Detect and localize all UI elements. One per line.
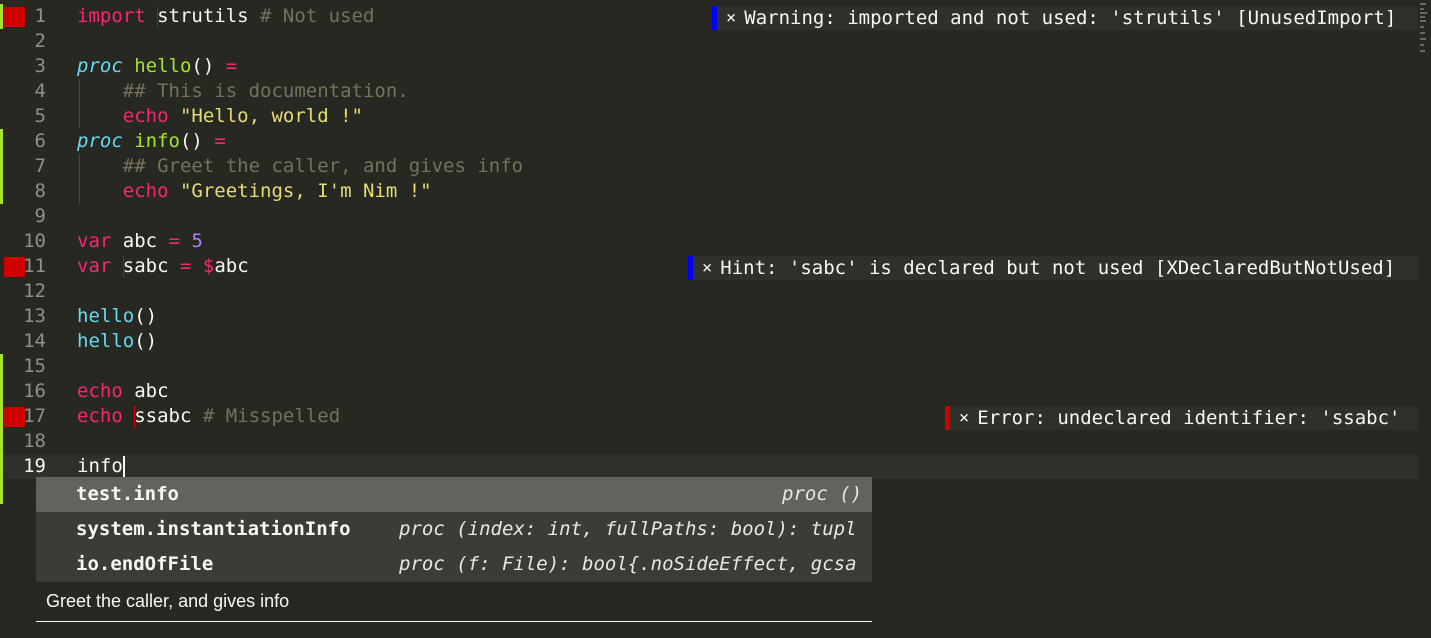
hint-text: Hint: 'sabc' is declared but not used [X…: [720, 257, 1396, 279]
error-annotation: × Error: undeclared identifier: 'ssabc': [945, 406, 1418, 430]
line-number: 5: [34, 105, 46, 127]
line-number: 8: [34, 180, 46, 202]
line-number: 9: [34, 205, 46, 227]
minimap-line: [1420, 50, 1425, 52]
close-icon[interactable]: ×: [959, 408, 969, 428]
warning-annotation: × Warning: imported and not used: 'strut…: [712, 6, 1418, 30]
error-bar: [945, 406, 950, 430]
line-number: 17: [23, 405, 46, 427]
code-line[interactable]: 4 ## This is documentation.: [0, 79, 1418, 104]
minimap-line: [1420, 44, 1424, 46]
code-text[interactable]: echo ssabc # Misspelled: [77, 404, 340, 429]
code-line[interactable]: 8 echo "Greetings, I'm Nim !": [0, 179, 1418, 204]
minimap-line: [1420, 38, 1426, 40]
code-text[interactable]: proc info() =: [77, 129, 226, 154]
code-line[interactable]: 18: [0, 429, 1418, 454]
code-text[interactable]: echo abc: [77, 379, 169, 404]
autocomplete-popup[interactable]: test.info proc () system.instantiationIn…: [36, 477, 872, 622]
completion-name: test.info: [76, 483, 179, 505]
line-number: 4: [34, 80, 46, 102]
minimap-line: [1420, 16, 1425, 18]
completion-signature: proc (): [782, 483, 863, 505]
code-text[interactable]: info: [77, 454, 125, 479]
code-line[interactable]: 12: [0, 279, 1418, 304]
line-number: 11: [23, 255, 46, 277]
completion-name: io.endOfFile: [76, 553, 214, 575]
code-line[interactable]: 14 hello(): [0, 329, 1418, 354]
code-line[interactable]: 6 proc info() =: [0, 129, 1418, 154]
hint-bar: [688, 256, 693, 280]
minimap-line: [1420, 12, 1427, 14]
code-line[interactable]: 16 echo abc: [0, 379, 1418, 404]
line-number: 18: [23, 430, 46, 452]
code-line[interactable]: 7 ## Greet the caller, and gives info: [0, 154, 1418, 179]
autocomplete-item[interactable]: io.endOfFile proc (f: File): bool{.noSid…: [36, 547, 872, 582]
line-number: 19: [23, 455, 46, 477]
line-number: 1: [34, 5, 46, 27]
code-line[interactable]: 10 var abc = 5: [0, 229, 1418, 254]
line-number: 15: [23, 355, 46, 377]
minimap-line: [1420, 8, 1424, 10]
code-text[interactable]: var abc = 5: [77, 229, 203, 254]
minimap-line: [1420, 20, 1426, 22]
hint-annotation: × Hint: 'sabc' is declared but not used …: [688, 256, 1418, 280]
line-number: 14: [23, 330, 46, 352]
line-number: 10: [23, 230, 46, 252]
close-icon[interactable]: ×: [702, 258, 712, 278]
code-line[interactable]: 3 proc hello() =: [0, 54, 1418, 79]
code-text[interactable]: echo "Hello, world !": [77, 104, 363, 129]
text-cursor: [122, 455, 125, 478]
doc-text: Greet the caller, and gives info: [46, 591, 290, 611]
code-text[interactable]: var sabc = $abc: [77, 254, 249, 279]
code-line[interactable]: 9: [0, 204, 1418, 229]
completion-documentation: Greet the caller, and gives info: [36, 582, 872, 621]
warning-bar: [712, 6, 717, 30]
current-line[interactable]: 19 info: [0, 454, 1418, 479]
code-text[interactable]: echo "Greetings, I'm Nim !": [77, 179, 432, 204]
code-line[interactable]: 17 echo ssabc # Misspelled × Error: unde…: [0, 404, 1418, 430]
code-text[interactable]: hello(): [77, 304, 157, 329]
autocomplete-item[interactable]: system.instantiationInfo proc (index: in…: [36, 512, 872, 547]
code-line[interactable]: 11 var sabc = $abc × Hint: 'sabc' is dec…: [0, 254, 1418, 280]
warning-text: Warning: imported and not used: 'strutil…: [744, 7, 1397, 29]
code-line[interactable]: 13 hello(): [0, 304, 1418, 329]
error-text: Error: undeclared identifier: 'ssabc': [977, 407, 1401, 429]
close-icon[interactable]: ×: [726, 8, 736, 28]
code-text[interactable]: ## This is documentation.: [77, 79, 409, 104]
minimap-line: [1420, 32, 1425, 34]
line-number: 3: [34, 55, 46, 77]
line-number: 13: [23, 305, 46, 327]
code-text[interactable]: hello(): [77, 329, 157, 354]
minimap-line: [1420, 26, 1424, 28]
completion-name: system.instantiationInfo: [76, 518, 351, 540]
code-line[interactable]: 15: [0, 354, 1418, 379]
autocomplete-item[interactable]: test.info proc (): [36, 477, 872, 512]
line-number: 12: [23, 280, 46, 302]
code-text[interactable]: ## Greet the caller, and gives info: [77, 154, 523, 179]
completion-signature: proc (f: File): bool{.noSideEffect, gcsa: [399, 553, 857, 575]
line-number: 7: [34, 155, 46, 177]
minimap-line: [1420, 3, 1426, 5]
line-number: 2: [34, 30, 46, 52]
code-line[interactable]: 2: [0, 29, 1418, 54]
code-line[interactable]: 1 import strutils # Not used × Warning: …: [0, 4, 1418, 30]
line-number: 6: [34, 130, 46, 152]
code-text[interactable]: proc hello() =: [77, 54, 237, 79]
minimap[interactable]: [1418, 0, 1431, 638]
line-number: 16: [23, 380, 46, 402]
code-line[interactable]: 5 echo "Hello, world !": [0, 104, 1418, 129]
code-text[interactable]: import strutils # Not used: [77, 4, 374, 29]
completion-signature: proc (index: int, fullPaths: bool): tupl: [399, 518, 857, 540]
